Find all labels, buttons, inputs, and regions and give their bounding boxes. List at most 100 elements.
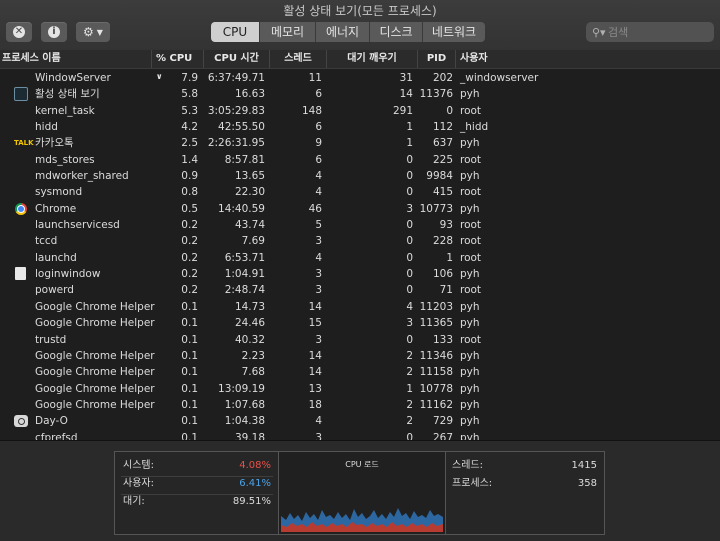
table-row[interactable]: Day-O 0.1 1:04.38 4 2 729 pyh bbox=[0, 413, 720, 429]
tab-memory[interactable]: 메모리 bbox=[260, 22, 316, 42]
system-label: 시스템: bbox=[123, 460, 154, 471]
idle-value: 89.51% bbox=[232, 496, 271, 507]
close-circle-icon: ✕ bbox=[13, 26, 25, 38]
table-header: 프로세스 이름 % CPU ∨ CPU 시간 스레드 대기 깨우기 PID 사용… bbox=[0, 50, 720, 81]
user-stat: 사용자: 6.41% bbox=[123, 475, 271, 493]
cpu-load-title: CPU 로드 bbox=[345, 460, 379, 469]
table-row[interactable]: cfprefsd 0.1 39.18 3 0 267 pyh bbox=[0, 430, 720, 440]
cpu-time: 40.32 bbox=[234, 333, 265, 346]
pid: 93 bbox=[439, 219, 453, 232]
pid: 228 bbox=[432, 235, 453, 248]
column-header-pid[interactable]: PID bbox=[417, 50, 455, 68]
table-row[interactable]: Google Chrome Helper 0.1 1:07.68 18 2 11162 py… bbox=[0, 397, 720, 413]
search-input[interactable] bbox=[606, 25, 710, 39]
pid: 9984 bbox=[426, 170, 453, 183]
thread-count: 14 bbox=[308, 366, 322, 379]
stop-process-button[interactable]: ✕ bbox=[6, 22, 32, 42]
table-row[interactable]: hidd 4.2 42:55.50 6 1 112 _hidd bbox=[0, 119, 720, 135]
idle-wakeups: 0 bbox=[406, 186, 413, 199]
pid: 0 bbox=[446, 104, 453, 117]
column-header-cpu-time[interactable]: CPU 시간 bbox=[203, 50, 269, 68]
column-header-idle-wakeups[interactable]: 대기 깨우기 bbox=[326, 50, 417, 68]
table-row[interactable]: sysmond 0.8 22.30 4 0 415 root bbox=[0, 184, 720, 200]
table-row[interactable]: loginwindow 0.2 1:04.91 3 0 106 pyh bbox=[0, 266, 720, 282]
cpu-percent: 0.1 bbox=[181, 349, 198, 362]
table-row[interactable]: Google Chrome Helper 0.1 14.73 14 4 11203 pyh bbox=[0, 299, 720, 315]
pid: 10773 bbox=[419, 202, 453, 215]
idle-wakeups: 0 bbox=[406, 170, 413, 183]
process-name: cfprefsd bbox=[35, 431, 78, 440]
cpu-percent: 5.3 bbox=[181, 104, 198, 117]
thread-count: 18 bbox=[308, 398, 322, 411]
idle-wakeups: 291 bbox=[392, 104, 413, 117]
column-header-user[interactable]: 사용자 bbox=[455, 50, 720, 68]
pid: 11376 bbox=[419, 88, 453, 101]
cpu-time: 43.74 bbox=[234, 219, 265, 232]
table-row[interactable]: TALK 카카오톡 2.5 2:26:31.95 9 1 637 pyh bbox=[0, 135, 720, 151]
process-table: WindowServer 7.9 6:37:49.71 11 31 202 _windows… bbox=[0, 70, 720, 440]
process-name: launchservicesd bbox=[35, 219, 120, 232]
camera-icon bbox=[14, 414, 28, 428]
table-row[interactable]: mdworker_shared 0.9 13.65 4 0 9984 pyh bbox=[0, 168, 720, 184]
tab-disk[interactable]: 디스크 bbox=[370, 22, 423, 42]
user: _windowserver bbox=[460, 72, 539, 84]
tab-network[interactable]: 네트워크 bbox=[423, 22, 485, 42]
tab-cpu[interactable]: CPU bbox=[211, 22, 260, 42]
cpu-percent: 0.1 bbox=[181, 415, 198, 428]
thread-count: 6 bbox=[315, 121, 322, 134]
table-row[interactable]: Chrome 0.5 14:40.59 46 3 10773 pyh bbox=[0, 201, 720, 217]
idle-wakeups: 2 bbox=[406, 415, 413, 428]
table-row[interactable]: tccd 0.2 7.69 3 0 228 root bbox=[0, 233, 720, 249]
user: pyh bbox=[460, 300, 480, 313]
process-name: mds_stores bbox=[35, 153, 95, 166]
table-row[interactable]: mds_stores 1.4 8:57.81 6 0 225 root bbox=[0, 152, 720, 168]
table-row[interactable]: trustd 0.1 40.32 3 0 133 root bbox=[0, 332, 720, 348]
user: pyh bbox=[460, 431, 480, 440]
table-row[interactable]: Google Chrome Helper 0.1 2.23 14 2 11346 pyh bbox=[0, 348, 720, 364]
column-header-cpu[interactable]: % CPU ∨ bbox=[151, 50, 203, 81]
table-row[interactable]: Google Chrome Helper 0.1 7.68 14 2 11158 pyh bbox=[0, 364, 720, 380]
cpu-time: 2.23 bbox=[241, 349, 265, 362]
column-header-threads[interactable]: 스레드 bbox=[269, 50, 326, 68]
thread-count: 148 bbox=[301, 104, 322, 117]
idle-wakeups: 3 bbox=[406, 202, 413, 215]
tab-energy[interactable]: 에너지 bbox=[316, 22, 370, 42]
thread-count: 3 bbox=[315, 284, 322, 297]
table-row[interactable]: Google Chrome Helper 0.1 13:09.19 13 1 10778 p… bbox=[0, 381, 720, 397]
cpu-time: 16.63 bbox=[234, 88, 265, 101]
cpu-percent: 0.1 bbox=[181, 317, 198, 330]
table-row[interactable]: Google Chrome Helper 0.1 24.46 15 3 11365 pyh bbox=[0, 315, 720, 331]
activity-monitor-icon bbox=[14, 87, 28, 102]
thread-count: 4 bbox=[315, 251, 322, 264]
table-row[interactable]: WindowServer 7.9 6:37:49.71 11 31 202 _windows… bbox=[0, 70, 720, 86]
process-name: Google Chrome Helper bbox=[35, 349, 155, 362]
idle-wakeups: 0 bbox=[406, 235, 413, 248]
pid: 11162 bbox=[419, 398, 453, 411]
user-label: 사용자: bbox=[123, 478, 154, 489]
pid: 112 bbox=[432, 121, 453, 134]
cpu-percent: 0.1 bbox=[181, 431, 198, 440]
cpu-time: 6:53.71 bbox=[224, 251, 265, 264]
idle-wakeups: 0 bbox=[406, 268, 413, 281]
gear-icon: ⚙ bbox=[83, 25, 94, 39]
threads-label: 스레드: bbox=[452, 460, 483, 471]
search-field[interactable]: ⚲▾ bbox=[586, 22, 714, 42]
table-row[interactable]: launchd 0.2 6:53.71 4 0 1 root bbox=[0, 250, 720, 266]
table-row[interactable]: kernel_task 5.3 3:05:29.83 148 291 0 root bbox=[0, 103, 720, 119]
action-menu-button[interactable]: ⚙ ▼ bbox=[76, 22, 110, 42]
inspect-process-button[interactable]: i bbox=[41, 22, 67, 42]
pid: 71 bbox=[439, 284, 453, 297]
user: root bbox=[460, 153, 482, 166]
thread-count: 14 bbox=[308, 349, 322, 362]
thread-count: 4 bbox=[315, 186, 322, 199]
table-row[interactable]: powerd 0.2 2:48.74 3 0 71 root bbox=[0, 282, 720, 298]
kakaotalk-icon: TALK bbox=[14, 139, 34, 148]
table-row[interactable]: launchservicesd 0.2 43.74 5 0 93 root bbox=[0, 217, 720, 233]
cpu-time: 24.46 bbox=[234, 317, 265, 330]
table-row[interactable]: 활성 상태 보기 5.8 16.63 6 14 11376 pyh bbox=[0, 86, 720, 102]
pid: 133 bbox=[432, 333, 453, 346]
column-header-name[interactable]: 프로세스 이름 bbox=[0, 50, 151, 68]
process-name: hidd bbox=[35, 121, 58, 134]
thread-count: 3 bbox=[315, 333, 322, 346]
idle-wakeups: 31 bbox=[399, 72, 413, 84]
